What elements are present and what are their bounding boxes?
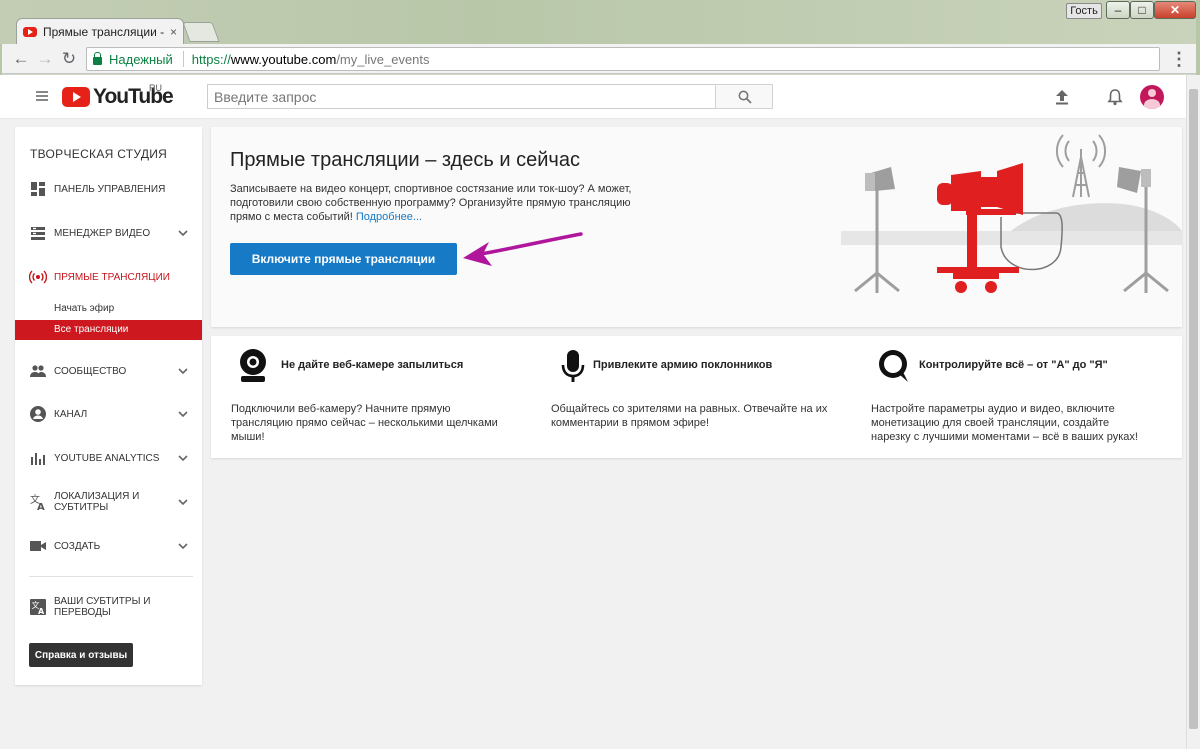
- search-input[interactable]: [207, 84, 716, 109]
- analytics-icon: [31, 453, 45, 465]
- chevron-down-icon: [178, 411, 188, 418]
- search-button[interactable]: [715, 84, 773, 109]
- feature-control: Контролируйте всё – от "А" до "Я" Настро…: [851, 336, 1151, 458]
- page-scrollbar[interactable]: [1186, 75, 1200, 749]
- sidebar-item-dashboard[interactable]: ПАНЕЛЬ УПРАВЛЕНИЯ: [15, 175, 202, 203]
- sidebar-item-live[interactable]: ПРЯМЫЕ ТРАНСЛЯЦИИ: [15, 263, 202, 291]
- create-icon: [30, 541, 46, 551]
- sidebar-item-localization[interactable]: 文 A ЛОКАЛИЗАЦИЯ И СУБТИТРЫ: [15, 488, 202, 516]
- back-arrow-icon[interactable]: ←: [10, 48, 32, 70]
- window-titlebar: Прямые трансляции - Y × Гость – □ ✕: [0, 0, 1200, 44]
- feature-title: Контролируйте всё – от "А" до "Я": [919, 359, 1108, 371]
- live-icon: [29, 270, 47, 284]
- sidebar-item-community[interactable]: СООБЩЕСТВО: [15, 357, 202, 385]
- feature-title: Привлеките армию поклонников: [593, 359, 773, 371]
- help-feedback-button[interactable]: Справка и отзывы: [29, 643, 133, 667]
- sidebar-subitem-start-stream[interactable]: Начать эфир: [15, 299, 202, 319]
- guest-profile-button[interactable]: Гость: [1066, 3, 1102, 19]
- sidebar-divider: [29, 576, 193, 577]
- chevron-down-icon: [178, 368, 188, 375]
- features-card: Не дайте веб-камере запылиться Подключил…: [211, 336, 1182, 458]
- sidebar-item-label: СОЗДАТЬ: [54, 540, 101, 552]
- feature-description: Настройте параметры аудио и видео, включ…: [871, 403, 1138, 443]
- sidebar-item-label: ПРЯМЫЕ ТРАНСЛЯЦИИ: [54, 271, 170, 283]
- sidebar-title: ТВОРЧЕСКАЯ СТУДИЯ: [30, 147, 168, 161]
- scrollbar-thumb[interactable]: [1189, 89, 1198, 729]
- sidebar-item-label: ВАШИ СУБТИТРЫ И ПЕРЕВОДЫ: [54, 596, 151, 618]
- svg-text:A: A: [37, 502, 45, 511]
- youtube-logo[interactable]: YouTube RU: [62, 83, 174, 109]
- notifications-bell-icon[interactable]: [1105, 87, 1125, 107]
- webcam-icon: [240, 349, 266, 382]
- account-avatar[interactable]: [1140, 85, 1164, 109]
- lock-icon: [93, 51, 102, 65]
- browser-tab[interactable]: Прямые трансляции - Y ×: [16, 18, 184, 44]
- sidebar-item-label: YOUTUBE ANALYTICS: [54, 452, 160, 464]
- community-icon: [30, 365, 46, 377]
- feature-description: Подключили веб-камеру? Начните прямую тр…: [231, 403, 498, 443]
- tab-title: Прямые трансляции - Y: [43, 24, 164, 39]
- sidebar-item-label: ЛОКАЛИЗАЦИЯ И СУБТИТРЫ: [54, 491, 140, 513]
- svg-text:A: A: [38, 607, 45, 616]
- secure-label: Надежный: [109, 51, 173, 67]
- page-title: Прямые трансляции – здесь и сейчас: [230, 149, 580, 171]
- logo-region: RU: [149, 83, 162, 93]
- sidebar-item-label: КАНАЛ: [54, 408, 88, 420]
- address-bar[interactable]: Надежный https://www.youtube.com/my_live…: [86, 47, 1160, 71]
- url-path: /my_live_events: [336, 51, 430, 67]
- url-scheme: https://: [191, 51, 231, 67]
- intro-description: Записываете на видео концерт, спортивное…: [230, 183, 632, 223]
- youtube-play-icon: [62, 87, 90, 107]
- youtube-header: YouTube RU: [0, 75, 1186, 119]
- url-host: www.youtube.com: [230, 51, 337, 67]
- hamburger-menu-icon[interactable]: [36, 91, 48, 101]
- omnibox-divider: [182, 51, 184, 67]
- translate-icon: 文 A: [30, 493, 45, 511]
- reload-icon[interactable]: ↻: [58, 48, 80, 70]
- sidebar-item-label: СООБЩЕСТВО: [54, 365, 127, 377]
- feature-title: Не дайте веб-камере запылиться: [281, 359, 464, 371]
- close-window-button[interactable]: ✕: [1154, 1, 1196, 19]
- sidebar-item-create[interactable]: СОЗДАТЬ: [15, 532, 202, 560]
- minimize-button[interactable]: –: [1106, 1, 1130, 19]
- upload-icon[interactable]: [1052, 87, 1072, 107]
- chat-bubble-icon: [879, 350, 908, 382]
- browser-toolbar: ← → ↻ Надежный https://www.youtube.com/m…: [0, 44, 1200, 74]
- dashboard-icon: [31, 182, 45, 196]
- chevron-down-icon: [178, 543, 188, 550]
- studio-sidebar: ТВОРЧЕСКАЯ СТУДИЯ ПАНЕЛЬ УПРАВЛЕНИЯ МЕНЕ…: [15, 127, 202, 685]
- sidebar-item-your-subtitles[interactable]: 文 A ВАШИ СУБТИТРЫ И ПЕРЕВОДЫ: [15, 593, 202, 621]
- microphone-icon: [561, 350, 585, 382]
- new-tab-button[interactable]: [182, 22, 220, 42]
- subtitles-icon: 文 A: [30, 599, 46, 616]
- sidebar-item-video-manager[interactable]: МЕНЕДЖЕР ВИДЕО: [15, 219, 202, 247]
- youtube-favicon-icon: [23, 26, 37, 37]
- sidebar-item-channel[interactable]: КАНАЛ: [15, 400, 202, 428]
- feature-webcam: Не дайте веб-камере запылиться Подключил…: [211, 336, 511, 458]
- chevron-down-icon: [178, 455, 188, 462]
- live-intro-card: Прямые трансляции – здесь и сейчас Запис…: [211, 127, 1182, 327]
- sidebar-item-label: МЕНЕДЖЕР ВИДЕО: [54, 227, 151, 239]
- pointer-arrow-icon: [463, 232, 583, 266]
- search-icon: [738, 90, 752, 104]
- tab-close-icon[interactable]: ×: [170, 25, 177, 39]
- chevron-down-icon: [178, 230, 188, 237]
- channel-icon: [30, 406, 46, 422]
- page-viewport: YouTube RU ТВОРЧЕСКАЯ СТУДИЯ ПАНЕЛЬ УП: [0, 75, 1186, 749]
- sidebar-subitem-all-streams[interactable]: Все трансляции: [15, 320, 202, 340]
- video-manager-icon: [31, 227, 45, 240]
- feature-fans: Привлеките армию поклонников Общайтесь с…: [531, 336, 831, 458]
- learn-more-link[interactable]: Подробнее...: [356, 211, 422, 223]
- chevron-down-icon: [178, 499, 188, 506]
- live-camera-illustration-icon: [841, 134, 1182, 293]
- forward-arrow-icon[interactable]: →: [34, 48, 56, 70]
- feature-description: Общайтесь со зрителями на равных. Отвеча…: [551, 403, 828, 429]
- enable-live-streaming-button[interactable]: Включите прямые трансляции: [230, 243, 457, 275]
- maximize-button[interactable]: □: [1130, 1, 1154, 19]
- sidebar-item-analytics[interactable]: YOUTUBE ANALYTICS: [15, 444, 202, 472]
- browser-menu-icon[interactable]: ⋮: [1168, 48, 1190, 70]
- sidebar-item-label: ПАНЕЛЬ УПРАВЛЕНИЯ: [54, 183, 166, 195]
